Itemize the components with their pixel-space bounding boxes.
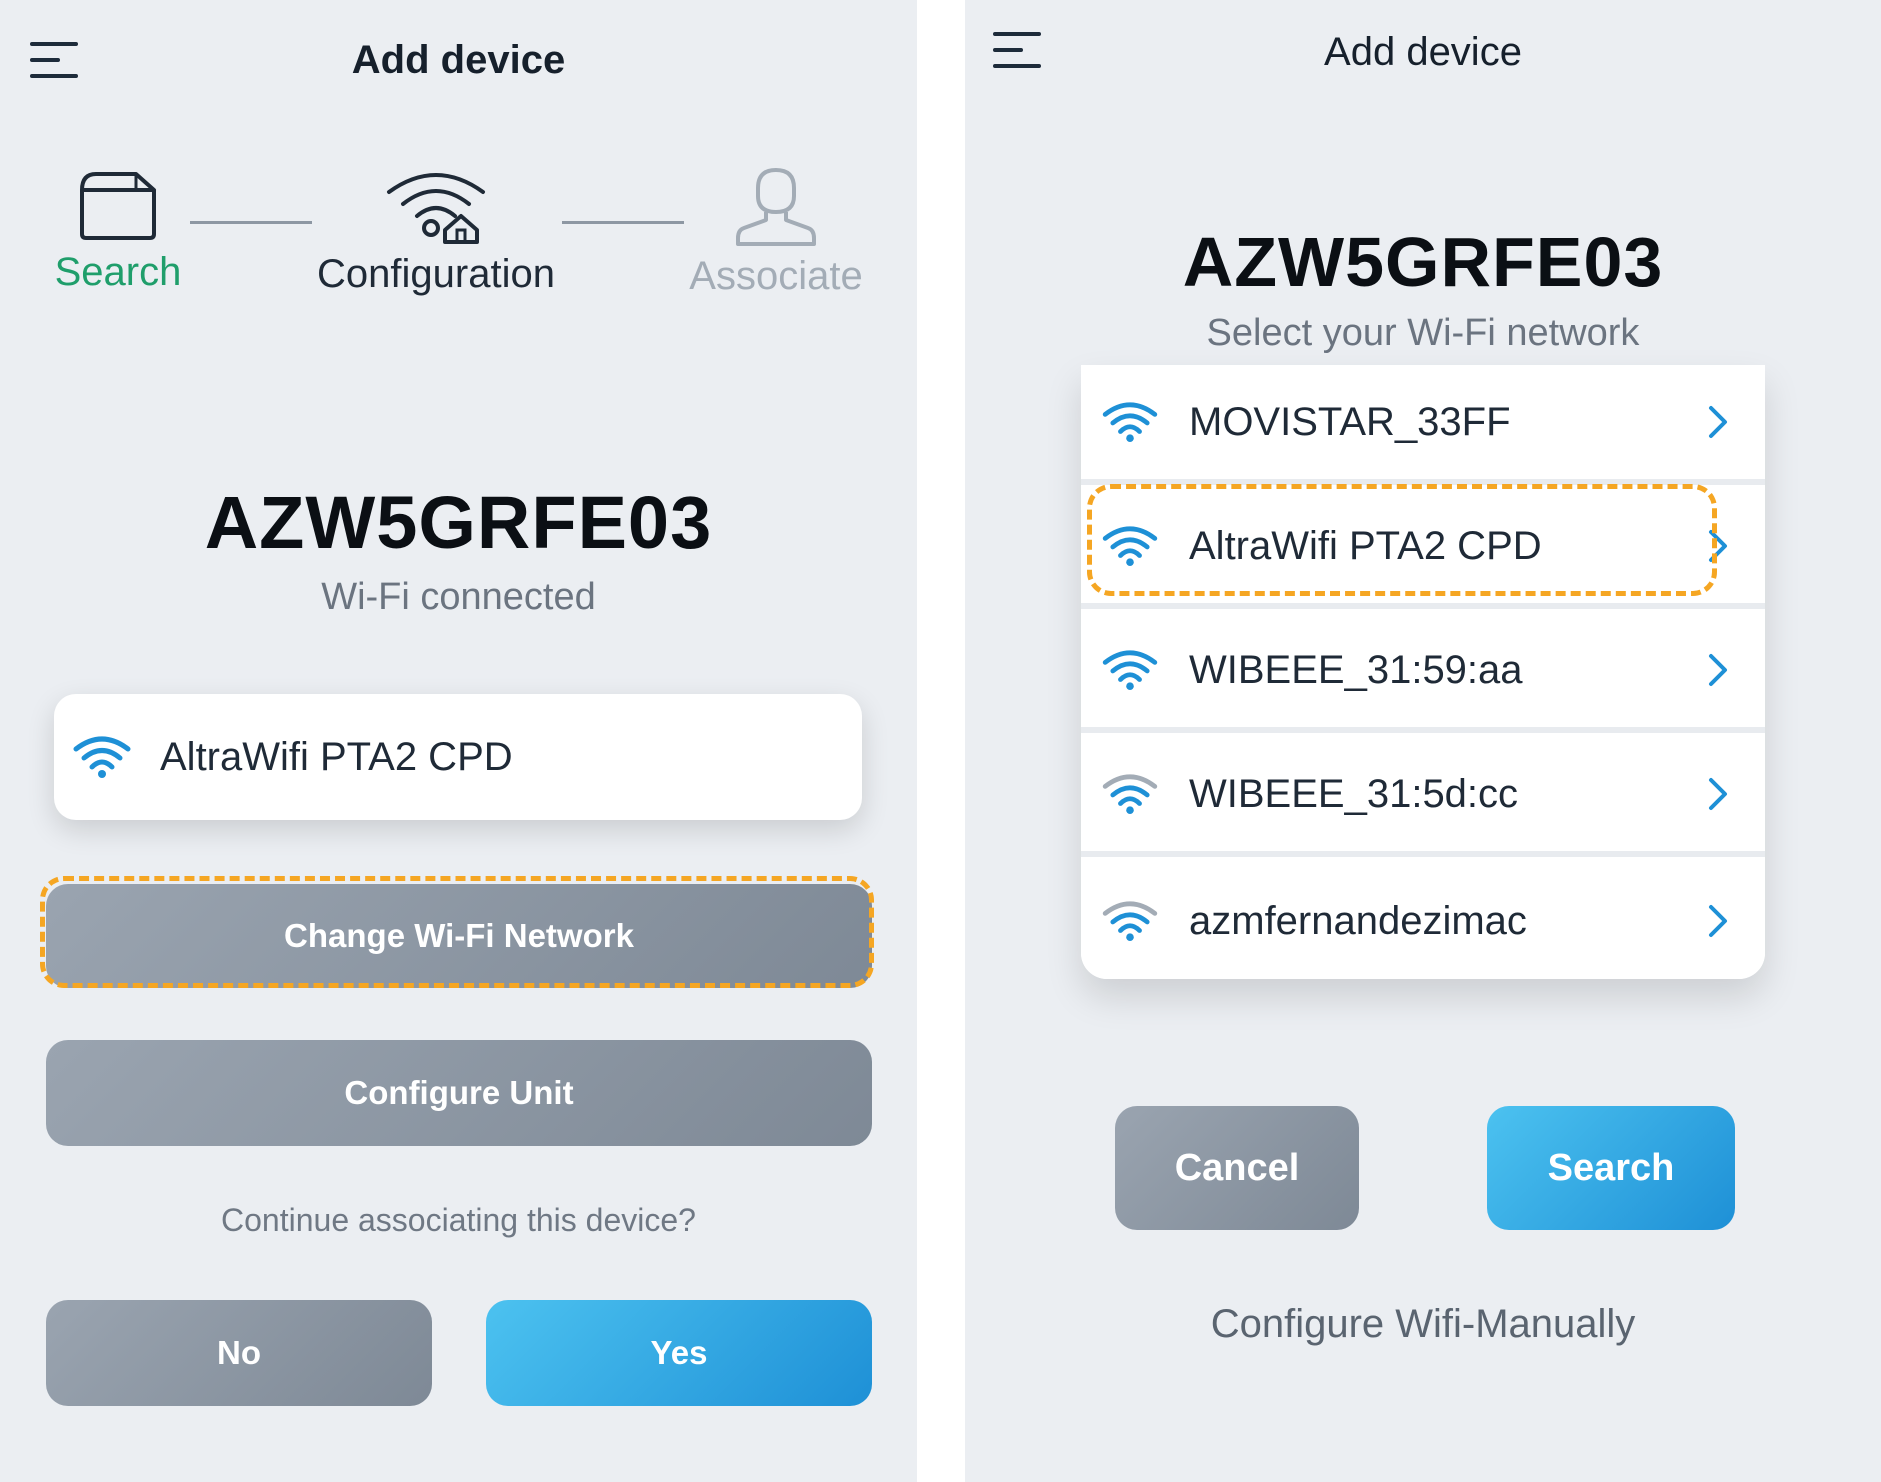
device-id: AZW5GRFE03 (204, 481, 713, 564)
step-configuration: Configuration (317, 164, 555, 296)
wifi-icon (73, 736, 131, 778)
network-item[interactable]: azmfernandezimac (1081, 861, 1765, 979)
step-connector (562, 221, 684, 224)
chevron-right-icon (1709, 654, 1727, 686)
network-name: WIBEEE_31:59:aa (1189, 647, 1523, 692)
wifi-home-icon (387, 173, 485, 244)
step-connector (190, 221, 312, 224)
step-label-search: Search (54, 250, 182, 294)
wifi-icon (1102, 650, 1158, 691)
cancel-label: Cancel (1174, 1146, 1300, 1189)
network-name: WIBEEE_31:5d:cc (1189, 771, 1519, 816)
search-button[interactable]: Search (1487, 1106, 1735, 1230)
no-button[interactable]: No (46, 1300, 432, 1406)
network-list: MOVISTAR_33FF AltraWifi PTA2 CPD WIBEEE_… (1081, 365, 1765, 979)
network-name: azmfernandezimac (1189, 898, 1527, 943)
connected-network-name: AltraWifi PTA2 CPD (160, 734, 513, 779)
chevron-right-icon (1709, 905, 1727, 937)
step-label-associate: Associate (689, 254, 863, 298)
left-screen: Add device Search Configuration Associat… (0, 0, 917, 1482)
step-associate: Associate (689, 166, 863, 298)
step-search: Search (55, 168, 181, 294)
network-item[interactable]: WIBEEE_31:5d:cc (1081, 737, 1765, 857)
box-icon (80, 172, 156, 240)
connection-status: Wi-Fi connected (321, 576, 596, 618)
network-item[interactable]: MOVISTAR_33FF (1081, 365, 1765, 485)
network-item[interactable]: AltraWifi PTA2 CPD (1081, 489, 1765, 609)
chevron-right-icon (1709, 530, 1727, 562)
network-name: MOVISTAR_33FF (1189, 399, 1511, 444)
wifi-weak-icon (1102, 901, 1158, 942)
cancel-button[interactable]: Cancel (1115, 1106, 1359, 1230)
configure-unit-button[interactable]: Configure Unit (46, 1040, 872, 1146)
wifi-icon (1102, 526, 1158, 567)
yes-label: Yes (650, 1334, 708, 1371)
search-label: Search (1547, 1146, 1675, 1189)
step-label-configuration: Configuration (317, 252, 555, 296)
connected-network-card: AltraWifi PTA2 CPD (54, 694, 862, 820)
network-name: AltraWifi PTA2 CPD (1189, 523, 1542, 568)
yes-button[interactable]: Yes (486, 1300, 872, 1406)
wifi-weak-icon (1102, 774, 1158, 815)
change-wifi-network-button[interactable]: Change Wi-Fi Network (46, 884, 872, 988)
chevron-right-icon (1709, 406, 1727, 438)
configure-wifi-manually-link[interactable]: Configure Wifi-Manually (965, 1302, 1881, 1347)
change-wifi-network-label: Change Wi-Fi Network (284, 917, 634, 954)
person-icon (736, 167, 816, 246)
page-title: Add device (351, 38, 566, 82)
right-screen: Add device AZW5GRFE03 Select your Wi-Fi … (965, 0, 1881, 1482)
device-id: AZW5GRFE03 (1182, 223, 1664, 301)
configure-unit-label: Configure Unit (344, 1074, 574, 1111)
continue-question: Continue associating this device? (221, 1202, 696, 1238)
no-label: No (217, 1334, 261, 1371)
page-title: Add device (1324, 30, 1522, 74)
select-network-prompt: Select your Wi-Fi network (1206, 312, 1640, 354)
network-item[interactable]: WIBEEE_31:59:aa (1081, 613, 1765, 733)
wifi-icon (1102, 402, 1158, 443)
chevron-right-icon (1709, 778, 1727, 810)
